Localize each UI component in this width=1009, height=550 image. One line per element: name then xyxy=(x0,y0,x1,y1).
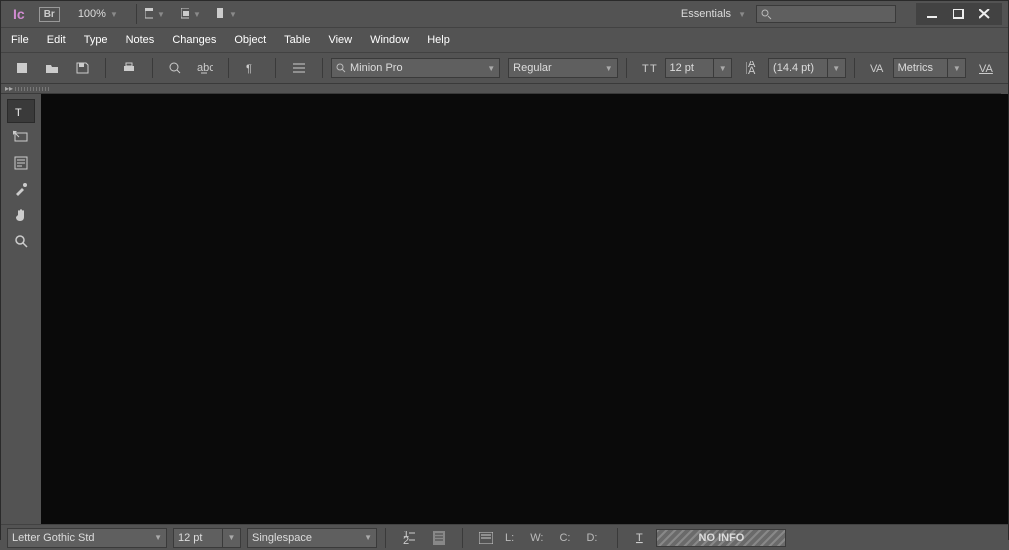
leading-combo[interactable]: (14.4 pt) xyxy=(768,58,828,78)
svg-text:VA: VA xyxy=(979,63,994,74)
svg-text:A: A xyxy=(748,65,756,75)
separator xyxy=(228,58,229,78)
svg-text:T: T xyxy=(642,63,649,75)
copyfit-icon: T xyxy=(628,527,654,549)
workspace-switcher[interactable]: Essentials ▼ xyxy=(681,8,746,20)
menu-object[interactable]: Object xyxy=(234,34,266,46)
leading-icon: AA xyxy=(740,57,766,79)
leading-value: (14.4 pt) xyxy=(773,62,814,74)
galley-view-icon[interactable]: 12 xyxy=(396,527,422,549)
eyedropper-tool[interactable] xyxy=(7,177,35,201)
separator xyxy=(462,528,463,548)
status-size-value: 12 pt xyxy=(178,532,202,544)
leading-dropdown[interactable]: ▼ xyxy=(828,58,846,78)
kerning-icon: VA xyxy=(865,57,891,79)
position-tool[interactable] xyxy=(7,125,35,149)
svg-text:T: T xyxy=(650,63,657,75)
separator xyxy=(617,528,618,548)
font-size-value: 12 pt xyxy=(670,62,694,74)
menu-bar: File Edit Type Notes Changes Object Tabl… xyxy=(1,28,1008,52)
new-doc-icon[interactable] xyxy=(9,57,35,79)
status-size-dropdown[interactable]: ▼ xyxy=(223,528,241,548)
menu-notes[interactable]: Notes xyxy=(126,34,155,46)
font-style-value: Regular xyxy=(513,62,552,74)
menu-window[interactable]: Window xyxy=(370,34,409,46)
menu-icon[interactable] xyxy=(286,57,312,79)
open-icon[interactable] xyxy=(39,57,65,79)
separator xyxy=(136,4,137,24)
tools-panel: T xyxy=(1,94,41,524)
status-spacing-value: Singlespace xyxy=(252,532,312,544)
view-options-button[interactable]: ▼ xyxy=(181,5,201,23)
status-font-value: Letter Gothic Std xyxy=(12,532,95,544)
menu-help[interactable]: Help xyxy=(427,34,450,46)
find-icon[interactable] xyxy=(163,57,189,79)
panel-grip[interactable] xyxy=(15,87,51,91)
font-size-dropdown[interactable]: ▼ xyxy=(714,58,732,78)
kerning-dropdown[interactable]: ▼ xyxy=(948,58,966,78)
maximize-button[interactable] xyxy=(950,7,968,21)
separator xyxy=(626,58,627,78)
menu-table[interactable]: Table xyxy=(284,34,310,46)
bridge-button[interactable]: Br xyxy=(39,7,60,22)
separator xyxy=(275,58,276,78)
save-icon[interactable] xyxy=(69,57,95,79)
search-input[interactable] xyxy=(756,5,896,23)
document-canvas[interactable] xyxy=(41,94,1008,524)
pilcrow-icon[interactable]: ¶ xyxy=(239,57,265,79)
font-size-icon: TT xyxy=(637,57,663,79)
kerning-value: Metrics xyxy=(898,62,933,74)
close-button[interactable] xyxy=(976,7,994,21)
minimize-button[interactable] xyxy=(924,7,942,21)
separator xyxy=(854,58,855,78)
menu-type[interactable]: Type xyxy=(84,34,108,46)
zoom-tool[interactable] xyxy=(7,229,35,253)
svg-text:A: A xyxy=(876,63,884,74)
tracking-icon: VA xyxy=(974,57,1000,79)
svg-text:T: T xyxy=(15,107,22,119)
menu-view[interactable]: View xyxy=(328,34,352,46)
font-family-value: Minion Pro xyxy=(350,62,403,74)
spellcheck-icon[interactable]: abc xyxy=(192,57,218,79)
kerning-combo[interactable]: Metrics xyxy=(893,58,949,78)
separator xyxy=(105,58,106,78)
separator xyxy=(322,58,323,78)
zoom-level[interactable]: 100%▼ xyxy=(78,8,118,20)
svg-text:abc: abc xyxy=(197,62,213,74)
separator xyxy=(152,58,153,78)
search-icon xyxy=(336,63,346,73)
story-view-icon[interactable] xyxy=(426,527,452,549)
font-size-combo[interactable]: 12 pt xyxy=(665,58,715,78)
hand-tool[interactable] xyxy=(7,203,35,227)
layout-view-icon[interactable] xyxy=(473,527,499,549)
app-logo: Ic xyxy=(13,6,25,22)
screen-mode-button[interactable]: ▼ xyxy=(145,5,165,23)
svg-text:¶: ¶ xyxy=(246,63,252,74)
search-icon xyxy=(761,9,772,20)
type-tool[interactable]: T xyxy=(7,99,35,123)
copyfit-info: NO INFO xyxy=(656,529,786,547)
stat-d: D: xyxy=(586,532,597,544)
svg-text:T: T xyxy=(636,532,643,544)
font-family-combo[interactable]: Minion Pro▼ xyxy=(331,58,500,78)
menu-file[interactable]: File xyxy=(11,34,29,46)
arrange-button[interactable]: ▼ xyxy=(217,5,237,23)
note-tool[interactable] xyxy=(7,151,35,175)
status-spacing-combo[interactable]: Singlespace▼ xyxy=(247,528,377,548)
separator xyxy=(385,528,386,548)
stat-w: W: xyxy=(530,532,543,544)
menu-changes[interactable]: Changes xyxy=(172,34,216,46)
menu-edit[interactable]: Edit xyxy=(47,34,66,46)
print-icon[interactable] xyxy=(116,57,142,79)
stat-c: C: xyxy=(559,532,570,544)
status-font-combo[interactable]: Letter Gothic Std▼ xyxy=(7,528,167,548)
stat-l: L: xyxy=(505,532,514,544)
font-style-combo[interactable]: Regular▼ xyxy=(508,58,617,78)
expand-panel-icon[interactable]: ▸▸ xyxy=(5,84,13,93)
status-size-combo[interactable]: 12 pt xyxy=(173,528,223,548)
